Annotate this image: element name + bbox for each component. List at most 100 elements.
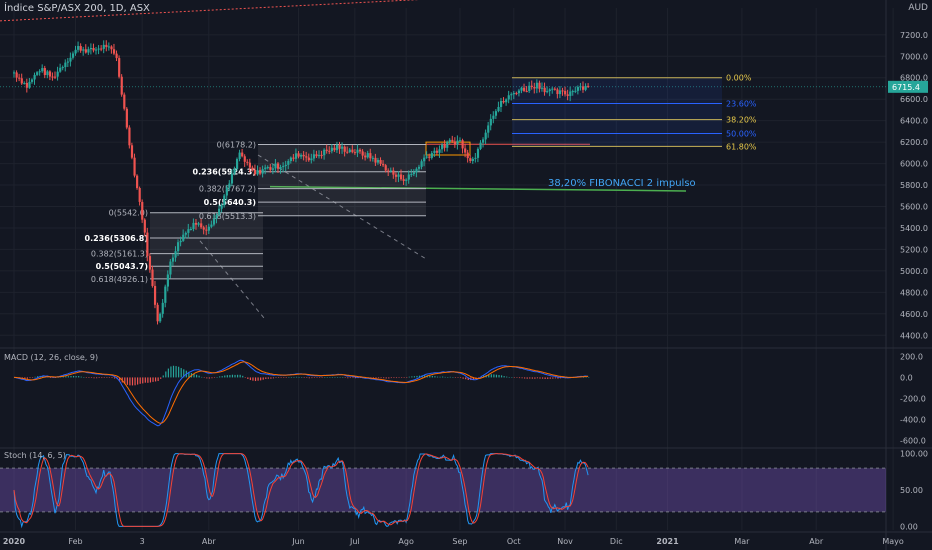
macd-histogram-bar — [413, 376, 416, 378]
macd-histogram-bar — [303, 377, 305, 378]
fib-level-label: 50.00% — [726, 130, 757, 139]
macd-histogram-bar — [349, 377, 351, 379]
macd-histogram-bar — [444, 376, 446, 378]
candle-body — [46, 71, 49, 76]
fib-zone — [512, 77, 722, 147]
candle-body — [125, 108, 128, 128]
candle-body — [502, 100, 505, 103]
candle-body — [312, 154, 316, 159]
candle-body — [553, 88, 556, 90]
candle-body — [102, 44, 105, 49]
candle-body — [351, 149, 354, 153]
candle-body — [356, 149, 359, 153]
candle-body — [38, 71, 41, 73]
candle-body — [458, 140, 462, 142]
macd-histogram-bar — [265, 377, 267, 379]
candle-body — [241, 152, 244, 157]
candle-body — [59, 67, 62, 72]
macd-histogram-bar — [454, 377, 457, 378]
macd-histogram-bar — [385, 377, 387, 379]
candle-body — [43, 68, 46, 76]
candle-body — [110, 46, 113, 50]
price-tick-label: 4400.0 — [900, 331, 928, 340]
candle-body — [264, 167, 267, 170]
macd-histogram-bar — [493, 374, 495, 378]
price-tick-label: 6400.0 — [900, 117, 928, 126]
macd-histogram-bar — [131, 377, 134, 386]
candle-body — [253, 169, 257, 175]
macd-histogram-bar — [85, 377, 87, 378]
candle-body — [302, 154, 305, 157]
candle-body — [146, 232, 149, 257]
candle-body — [438, 149, 441, 153]
macd-histogram-bar — [552, 377, 554, 379]
macd-histogram-bar — [195, 374, 198, 378]
candle-body — [530, 85, 533, 87]
macd-histogram-bar — [442, 376, 444, 378]
macd-histogram-bar — [106, 377, 108, 378]
candle-body — [156, 304, 159, 322]
macd-histogram-bar — [326, 377, 328, 378]
macd-histogram-bar — [257, 377, 259, 381]
macd-histogram-bar — [157, 377, 159, 382]
candle-body — [266, 167, 269, 169]
time-tick-label: Feb — [68, 537, 82, 546]
candle-body — [576, 87, 580, 91]
macd-histogram-bar — [342, 377, 344, 378]
candle-body — [489, 118, 492, 126]
candle-body — [164, 286, 167, 303]
macd-histogram-bar — [234, 374, 236, 378]
macd-histogram-bar — [465, 377, 467, 380]
price-tick-label: 7000.0 — [900, 52, 928, 61]
macd-histogram-bar — [134, 377, 136, 386]
candle-body — [220, 205, 223, 209]
macd-histogram-bar — [129, 377, 131, 386]
candle-body — [174, 251, 177, 258]
time-tick-label: Mayo — [882, 537, 904, 546]
candle-body — [141, 201, 144, 220]
macd-histogram-bar — [224, 375, 226, 378]
macd-histogram-bar — [534, 377, 536, 379]
macd-histogram-bar — [329, 377, 331, 378]
fib-level-label: 0.618(4926.1) — [91, 275, 148, 284]
macd-histogram-bar — [270, 377, 272, 379]
macd-histogram-bar — [406, 377, 408, 378]
macd-histogram-bar — [254, 377, 257, 382]
candle-body — [287, 161, 290, 165]
candle-body — [474, 157, 477, 159]
candle-body — [520, 87, 523, 91]
candle-body — [487, 125, 490, 133]
macd-histogram-bar — [244, 377, 246, 378]
macd-histogram-bar — [388, 377, 390, 379]
candle-body — [433, 150, 436, 154]
macd-histogram-bar — [408, 376, 410, 378]
candle-body — [28, 81, 31, 88]
price-tick-label: 5400.0 — [900, 224, 928, 233]
macd-histogram-bar — [31, 377, 34, 378]
candle-body — [207, 226, 210, 231]
candle-body — [515, 93, 518, 95]
macd-histogram-bar — [516, 377, 518, 378]
macd-histogram-bar — [508, 377, 510, 378]
last-price-label: 6715.4 — [892, 83, 920, 92]
macd-histogram-bar — [275, 377, 277, 378]
candle-body — [166, 274, 169, 287]
candle-body — [259, 170, 262, 174]
candle-body — [64, 62, 67, 68]
candle-body — [276, 163, 280, 169]
candle-body — [353, 152, 357, 154]
candle-body — [97, 48, 100, 50]
candle-body — [107, 46, 111, 48]
macd-histogram-bar — [201, 376, 203, 378]
macd-histogram-bar — [416, 375, 418, 378]
macd-histogram-bar — [521, 377, 523, 379]
macd-histogram-bar — [541, 377, 544, 379]
macd-histogram-bar — [395, 377, 398, 379]
candle-body — [228, 183, 231, 188]
fib-level-label: 0.236(5924.3) — [193, 168, 257, 177]
candle-body — [551, 88, 554, 90]
macd-histogram-bar — [149, 377, 152, 383]
candle-body — [161, 302, 164, 314]
macd-histogram-bar — [513, 377, 515, 378]
candle-body — [315, 154, 318, 157]
